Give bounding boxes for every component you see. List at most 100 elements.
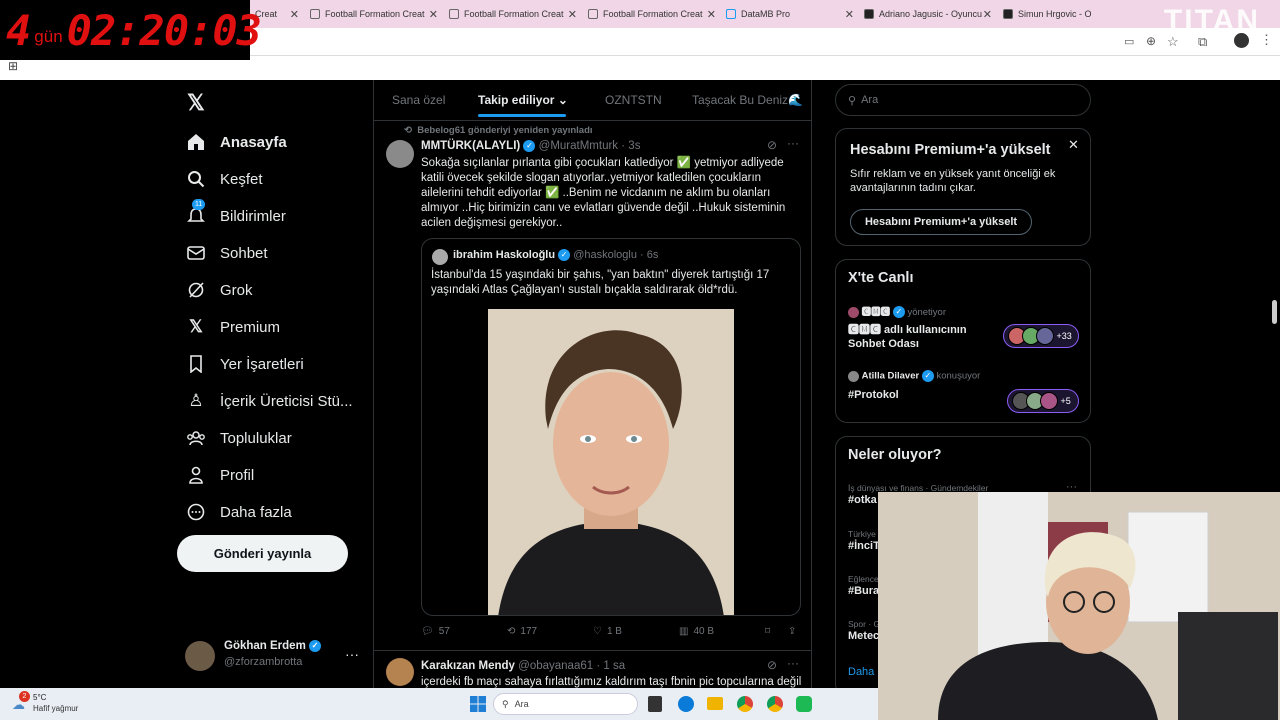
task-view-icon[interactable] [648, 696, 662, 712]
tab-list-tasacak[interactable]: Taşacak Bu Deniz🌊 [692, 93, 803, 107]
sidebar-item-bookmarks[interactable]: Yer İşaretleri [186, 354, 304, 374]
repost-button[interactable]: ⟲ 177 [507, 626, 537, 637]
scrollbar-thumb[interactable] [1272, 300, 1277, 324]
chrome-icon[interactable] [737, 696, 753, 712]
chrome-icon[interactable] [767, 696, 783, 712]
bookmark-button[interactable]: ⌑ [765, 626, 770, 637]
trend-item[interactable]: Metec [848, 630, 879, 642]
browser-tab[interactable]: Football Formation Creat ✕ [310, 4, 438, 24]
tweet-handle[interactable]: @MuratMmturk [539, 140, 618, 152]
page-icon [449, 9, 459, 19]
reply-button[interactable]: 💬︎ 57 [421, 626, 450, 637]
more-icon[interactable]: ··· [787, 656, 799, 670]
weather-widget[interactable]: ☁ 2 5°C Hafif yağmur [12, 691, 82, 715]
sidebar-item-profile[interactable]: Profil [186, 465, 254, 485]
quote-handle: @haskologlu [573, 249, 637, 261]
sidebar-item-premium[interactable]: 𝕏 Premium [186, 317, 280, 337]
countdown-overlay: 4 gün 02:20:03 [0, 0, 262, 60]
tweet-author[interactable]: MMTÜRK(ALAYLI) [421, 140, 520, 152]
close-icon[interactable]: ✕ [1068, 137, 1079, 153]
taskbar-search[interactable]: ⚲ Ara [493, 693, 638, 715]
show-more-link[interactable]: Daha [848, 666, 874, 678]
post-button[interactable]: Gönderi yayınla [177, 535, 348, 572]
grok-icon[interactable]: ⊘ [767, 138, 777, 152]
x-logo-icon[interactable]: 𝕏 [187, 90, 205, 116]
edge-icon[interactable] [678, 696, 694, 712]
close-tab-icon[interactable]: ✕ [845, 8, 854, 21]
verified-badge-icon: ✓ [558, 249, 571, 262]
folder-icon[interactable] [707, 697, 723, 710]
divider [374, 120, 811, 121]
tab-for-you[interactable]: Sana özel [392, 93, 445, 107]
search-input[interactable]: ⚲ Ara [835, 84, 1091, 116]
space-title[interactable]: #Protokol [848, 389, 899, 401]
sidebar-item-grok[interactable]: Grok [186, 280, 253, 300]
close-tab-icon[interactable]: ✕ [290, 8, 299, 21]
space-listeners[interactable]: +5 [1007, 389, 1079, 413]
browser-tab[interactable]: Simun Hrgovic - O [1003, 4, 1103, 24]
close-tab-icon[interactable]: ✕ [707, 8, 716, 21]
apps-grid-icon[interactable]: ⊞ [8, 59, 18, 73]
account-handle: @zforzambrotta [224, 656, 303, 668]
live-spaces-card: X'te Canlı 🅲🅼🅲 ✓ yönetiyor 🅲🅼🅲 adlı kull… [835, 259, 1091, 423]
tweet-time[interactable]: 3s [628, 140, 640, 152]
close-tab-icon[interactable]: ✕ [983, 8, 992, 21]
zoom-icon[interactable]: ⊕ [1146, 34, 1156, 48]
upgrade-premium-button[interactable]: Hesabını Premium+'a yükselt [850, 209, 1032, 235]
verified-badge-icon: ✓ [892, 306, 905, 319]
close-tab-icon[interactable]: ✕ [568, 8, 577, 21]
trend-item[interactable]: #İnciT [848, 540, 880, 552]
page-icon [310, 9, 320, 19]
trend-item[interactable]: #otka [848, 494, 877, 506]
space-item[interactable]: Atilla Dilaver ✓ konuşuyor [848, 370, 980, 382]
trend-item[interactable]: #Bura [848, 585, 879, 597]
more-icon[interactable]: ··· [345, 646, 359, 662]
sidebar-item-communities[interactable]: Topluluklar [186, 428, 292, 448]
space-title[interactable]: 🅲🅼🅲 adlı kullanıcının Sohbet Odası [848, 323, 988, 351]
account-switcher[interactable]: Gökhan Erdem ✓ @zforzambrotta ··· [185, 640, 365, 674]
bell-icon: 11 [186, 199, 206, 226]
weather-temp: 5°C [33, 693, 47, 702]
sidebar-item-home[interactable]: Anasayfa [186, 132, 287, 152]
install-icon[interactable]: ▭ [1124, 35, 1134, 48]
grok-icon[interactable]: ⊘ [767, 658, 777, 672]
heart-icon: ♡ [593, 626, 602, 637]
bookmark-icon [186, 354, 206, 374]
space-listeners[interactable]: +33 [1003, 324, 1079, 348]
close-tab-icon[interactable]: ✕ [429, 8, 438, 21]
browser-tab[interactable]: Creat ✕ [255, 4, 299, 24]
browser-tab[interactable]: Football Formation Creat ✕ [449, 4, 577, 24]
tab-list-ozntstn[interactable]: OZNTSTN [605, 93, 662, 107]
bar-chart-icon: ▥ [679, 626, 689, 637]
quote-photo[interactable] [488, 309, 734, 615]
tweet-time[interactable]: 1 sa [603, 660, 625, 672]
tab-following[interactable]: Takip ediliyor ⌄ [478, 93, 568, 107]
repost-icon: ⟲ [404, 125, 412, 136]
sidebar-item-chat[interactable]: Sohbet [186, 243, 268, 263]
premium-body: Sıfır reklam ve en yüksek yanıt önceliği… [850, 168, 1056, 194]
like-button[interactable]: ♡ 1 B [593, 626, 622, 637]
more-icon[interactable]: ··· [787, 136, 799, 150]
sidebar-item-creator-studio[interactable]: ♙ İçerik Üreticisi Stü... [186, 391, 352, 411]
share-button[interactable]: ⇪ [788, 626, 796, 637]
browser-tab[interactable]: Football Formation Creat ✕ [588, 4, 716, 24]
chevron-down-icon: ⌄ [557, 93, 568, 107]
app-icon[interactable] [796, 696, 812, 712]
avatar[interactable] [386, 140, 414, 168]
views-button[interactable]: ▥ 40 B [679, 626, 714, 637]
live-title: X'te Canlı [848, 270, 914, 286]
tweet-author[interactable]: Karakızan Mendy [421, 660, 515, 672]
sidebar-item-more[interactable]: Daha fazla [186, 502, 292, 522]
menu-icon[interactable]: ⋮ [1260, 32, 1273, 48]
browser-tab[interactable]: Adriano Jagusic - Oyuncu ✕ [864, 4, 992, 24]
sidebar-item-notifications[interactable]: 11 Bildirimler [186, 199, 286, 226]
sidebar-item-explore[interactable]: Keşfet [186, 169, 263, 189]
quote-tweet[interactable]: ibrahim Haskoloğlu ✓ @haskologlu · 6s İs… [421, 238, 801, 616]
avatar[interactable] [386, 658, 414, 686]
tweet-handle[interactable]: @obayanaa61 [518, 660, 593, 672]
divider [374, 650, 811, 651]
space-item[interactable]: 🅲🅼🅲 ✓ yönetiyor [848, 304, 946, 319]
windows-start-icon[interactable] [470, 696, 486, 712]
browser-tab[interactable]: DataMB Pro ✕ [726, 4, 854, 24]
repost-notice: ⟲ Bebelog61 gönderiyi yeniden yayınladı [404, 125, 593, 136]
